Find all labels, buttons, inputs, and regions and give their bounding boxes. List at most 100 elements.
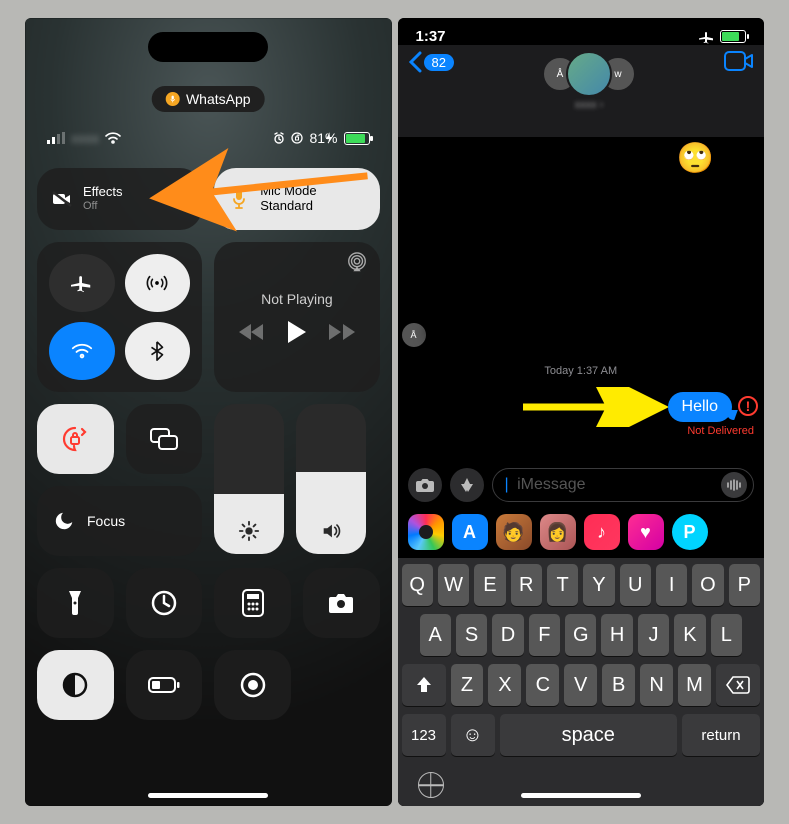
orientation-lock-button[interactable] bbox=[37, 404, 114, 474]
digital-touch-app-icon[interactable]: ♥ bbox=[628, 514, 664, 550]
key-w[interactable]: W bbox=[438, 564, 469, 606]
space-key[interactable]: space bbox=[500, 714, 678, 756]
back-button[interactable]: 82 bbox=[408, 51, 454, 73]
camera-button[interactable] bbox=[408, 468, 442, 502]
p-app-icon[interactable]: P bbox=[672, 514, 708, 550]
dynamic-island bbox=[148, 32, 268, 62]
chat-name: xxxx › bbox=[575, 99, 604, 111]
keyboard[interactable]: QWERTYUIOP ASDFGHJKL ZXCVBNM 123 ☺ space… bbox=[398, 558, 765, 806]
chat-scroll-area[interactable]: 🙄 Å Today 1:37 AM Hello ! Not Delivered bbox=[398, 137, 765, 460]
moon-icon bbox=[53, 510, 75, 532]
key-m[interactable]: M bbox=[678, 664, 711, 706]
key-x[interactable]: X bbox=[488, 664, 521, 706]
key-a[interactable]: A bbox=[420, 614, 451, 656]
compose-bar: | iMessage bbox=[398, 460, 765, 510]
backspace-key[interactable] bbox=[716, 664, 760, 706]
key-q[interactable]: Q bbox=[402, 564, 433, 606]
audio-message-button[interactable] bbox=[721, 472, 747, 498]
return-key[interactable]: return bbox=[682, 714, 760, 756]
cellular-icon bbox=[47, 132, 65, 144]
outgoing-message-bubble[interactable]: Hello bbox=[668, 392, 732, 422]
key-h[interactable]: H bbox=[601, 614, 632, 656]
redacted-message bbox=[418, 207, 508, 231]
key-e[interactable]: E bbox=[474, 564, 505, 606]
key-f[interactable]: F bbox=[529, 614, 560, 656]
connectivity-tile[interactable] bbox=[37, 242, 202, 392]
key-n[interactable]: N bbox=[640, 664, 673, 706]
chat-header: 82 Å w xxxx › bbox=[398, 45, 765, 137]
dark-mode-button[interactable] bbox=[37, 650, 114, 720]
camera-button[interactable] bbox=[303, 568, 380, 638]
redacted-message bbox=[418, 301, 488, 321]
reaction-emoji: 🙄 bbox=[677, 141, 714, 176]
key-z[interactable]: Z bbox=[451, 664, 484, 706]
screen-record-button[interactable] bbox=[214, 650, 291, 720]
imessage-app-strip[interactable]: A 🧑 👩 ♪ ♥ P bbox=[398, 510, 765, 558]
flashlight-button[interactable] bbox=[37, 568, 114, 638]
focus-button[interactable]: Focus bbox=[37, 486, 202, 556]
brightness-slider[interactable] bbox=[214, 404, 284, 554]
key-i[interactable]: I bbox=[656, 564, 687, 606]
volume-slider[interactable] bbox=[296, 404, 366, 554]
redacted-message bbox=[418, 271, 538, 295]
numbers-key[interactable]: 123 bbox=[402, 714, 446, 756]
airplay-icon[interactable] bbox=[346, 252, 368, 274]
key-y[interactable]: Y bbox=[583, 564, 614, 606]
bluetooth-button[interactable] bbox=[125, 322, 191, 380]
memoji2-app-icon[interactable]: 👩 bbox=[540, 514, 576, 550]
battery-icon bbox=[720, 30, 746, 43]
shift-key[interactable] bbox=[402, 664, 446, 706]
key-r[interactable]: R bbox=[511, 564, 542, 606]
clock: 1:37 bbox=[416, 28, 446, 45]
app-store-icon bbox=[458, 476, 476, 494]
message-input[interactable]: | iMessage bbox=[492, 468, 755, 502]
effects-state: Off bbox=[83, 200, 123, 213]
next-track-button[interactable] bbox=[329, 323, 355, 341]
chevron-left-icon bbox=[408, 51, 422, 73]
key-j[interactable]: J bbox=[638, 614, 669, 656]
airplane-mode-icon bbox=[699, 29, 715, 45]
key-o[interactable]: O bbox=[692, 564, 723, 606]
redacted-message bbox=[418, 239, 558, 263]
app-store-app-icon[interactable]: A bbox=[452, 514, 488, 550]
backspace-icon bbox=[726, 676, 750, 694]
carrier-name: xxxx bbox=[71, 130, 99, 146]
key-g[interactable]: G bbox=[565, 614, 596, 656]
key-k[interactable]: K bbox=[674, 614, 705, 656]
key-c[interactable]: C bbox=[526, 664, 559, 706]
key-d[interactable]: D bbox=[492, 614, 523, 656]
focus-label: Focus bbox=[87, 513, 125, 529]
effects-label: Effects bbox=[83, 185, 123, 200]
photos-app-icon[interactable] bbox=[408, 514, 444, 550]
home-indicator[interactable] bbox=[148, 793, 268, 798]
key-p[interactable]: P bbox=[729, 564, 760, 606]
calculator-button[interactable] bbox=[214, 568, 291, 638]
cellular-data-button[interactable] bbox=[125, 254, 191, 312]
music-app-icon[interactable]: ♪ bbox=[584, 514, 620, 550]
key-l[interactable]: L bbox=[711, 614, 742, 656]
key-u[interactable]: U bbox=[620, 564, 651, 606]
emoji-key[interactable]: ☺ bbox=[451, 714, 495, 756]
chat-title-group[interactable]: Å w xxxx › bbox=[548, 51, 630, 111]
home-indicator[interactable] bbox=[521, 793, 641, 798]
camera-icon bbox=[415, 477, 435, 493]
wifi-button[interactable] bbox=[49, 322, 115, 380]
previous-track-button[interactable] bbox=[239, 323, 265, 341]
app-store-button[interactable] bbox=[450, 468, 484, 502]
key-t[interactable]: T bbox=[547, 564, 578, 606]
delivery-error-icon[interactable]: ! bbox=[738, 396, 758, 416]
screen-mirroring-button[interactable] bbox=[126, 404, 203, 474]
video-call-button[interactable] bbox=[724, 51, 754, 71]
key-s[interactable]: S bbox=[456, 614, 487, 656]
play-button[interactable] bbox=[287, 321, 307, 343]
keyboard-row-2: ASDFGHJKL bbox=[402, 614, 761, 656]
key-b[interactable]: B bbox=[602, 664, 635, 706]
memoji-app-icon[interactable]: 🧑 bbox=[496, 514, 532, 550]
globe-icon[interactable] bbox=[418, 772, 444, 798]
key-v[interactable]: V bbox=[564, 664, 597, 706]
unread-badge: 82 bbox=[424, 54, 454, 71]
airplane-mode-button[interactable] bbox=[49, 254, 115, 312]
low-power-button[interactable] bbox=[126, 650, 203, 720]
timer-button[interactable] bbox=[126, 568, 203, 638]
video-icon bbox=[724, 51, 754, 71]
